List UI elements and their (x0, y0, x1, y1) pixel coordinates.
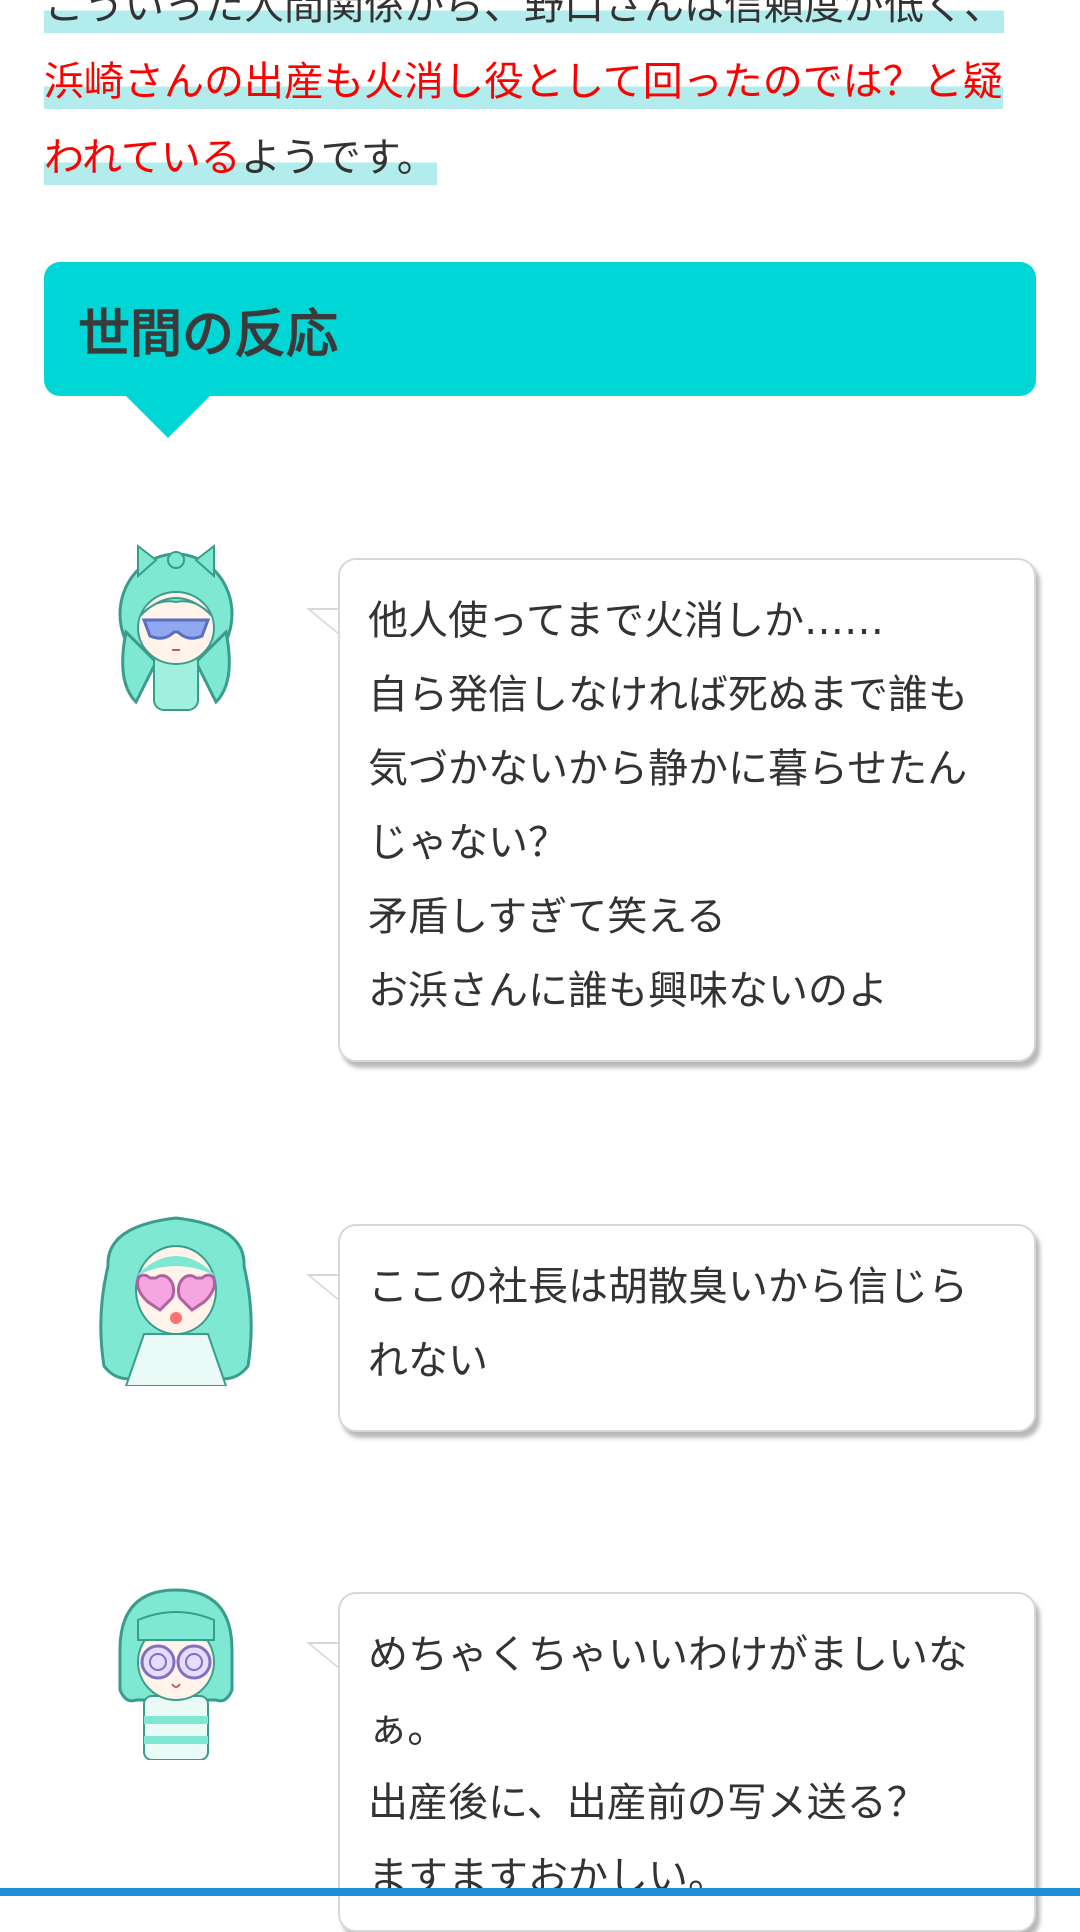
comment-text: 他人使ってまで火消しか…… 自ら発信しなければ死ぬまで誰も 気づかないから静かに… (368, 598, 968, 1014)
girl-swirl-glasses-avatar (118, 1588, 234, 1760)
intro-line-end: ようです。 (240, 135, 437, 185)
comment-text: ここの社長は胡散臭いから信じら れない (368, 1264, 968, 1384)
intro-paragraph: こういった人間関係から、野口さんは信頼度が低く、浜崎さんの出産も火消し役として回… (44, 0, 1040, 196)
bottom-accent-bar (0, 1888, 1080, 1896)
comment-bubble: めちゃくちゃいいわけがましいな ぁ。 出産後に、出産前の写メ送る？ ますますおか… (338, 1592, 1036, 1932)
girl-heart-glasses-avatar (99, 1216, 253, 1386)
comment-bubble: 他人使ってまで火消しか…… 自ら発信しなければ死ぬまで誰も 気づかないから静かに… (338, 558, 1036, 1062)
girl-bow-sunglasses-avatar (118, 543, 234, 711)
intro-line-1: こういった人間関係から、野口さんは信頼度が低く、 (44, 0, 1004, 33)
intro-emphasis-text: 浜崎さんの出産も火消し役として回ったのでは？と疑われている (44, 59, 1003, 185)
comment-bubble: ここの社長は胡散臭いから信じら れない (338, 1224, 1036, 1432)
section-heading: 世間の反応 (78, 304, 339, 365)
comment-text: めちゃくちゃいいわけがましいな ぁ。 出産後に、出産前の写メ送る？ ますますおか… (368, 1632, 968, 1900)
section-heading-box: 世間の反応 (44, 262, 1036, 438)
heading-pointer-arrow (126, 396, 210, 438)
